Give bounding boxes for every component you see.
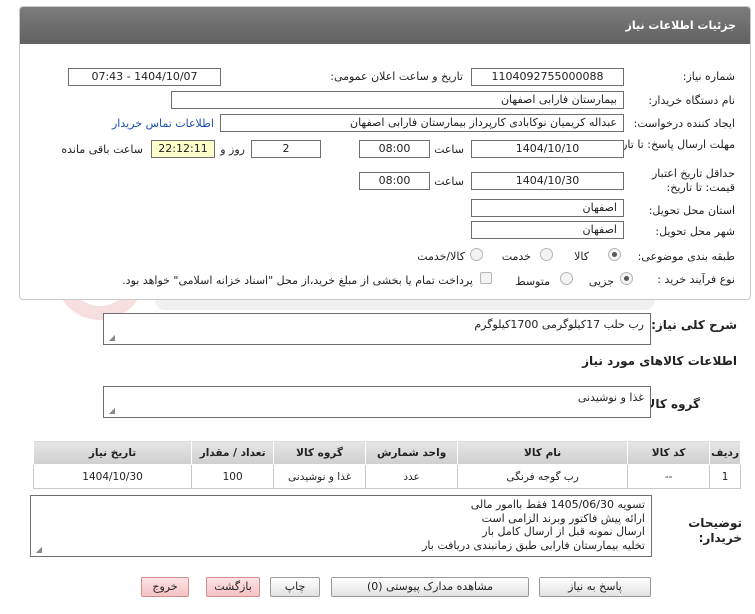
payment-note: پرداخت تمام یا بخشی از مبلغ خرید،از محل … xyxy=(122,274,473,287)
remaining-label: ساعت باقی مانده xyxy=(61,143,143,156)
treasury-checkbox[interactable] xyxy=(480,272,492,284)
category-radio-goods-service[interactable] xyxy=(470,248,483,261)
col-header-unit: واحد شمارش xyxy=(365,440,459,465)
resize-handle-icon[interactable]: ◢ xyxy=(107,407,115,415)
process-label: نوع فرآیند خرید : xyxy=(657,273,735,286)
col-header-item-name: نام کالا xyxy=(457,440,629,465)
reply-button[interactable]: پاسخ به نیاز xyxy=(539,577,651,597)
panel-header: جزئیات اطلاعات نیاز xyxy=(20,7,750,44)
validity-date-field: 1404/10/30 xyxy=(471,172,624,190)
resize-handle-icon[interactable]: ◢ xyxy=(34,546,42,554)
province-label: استان محل تحویل: xyxy=(648,204,735,217)
cell-item-name: رب گوجه فرنگی xyxy=(457,464,629,489)
need-number-field: 1104092755000088 xyxy=(471,68,624,86)
col-header-item-code: کد کالا xyxy=(627,440,711,465)
announce-label: تاریخ و ساعت اعلان عمومی: xyxy=(330,70,463,83)
goods-group-box: غذا و نوشیدنی ◢ xyxy=(103,386,651,418)
col-header-group: گروه کالا xyxy=(273,440,367,465)
notes-label-line2: خریدار: xyxy=(698,531,742,545)
buyer-org-field: بیمارستان فارابی اصفهان xyxy=(171,91,624,109)
city-label: شهر محل تحویل: xyxy=(655,225,735,238)
creator-field: عبداله کریمیان نوکابادی کارپرداز بیمارست… xyxy=(220,114,624,132)
category-option-goods-service: کالا/خدمت xyxy=(417,250,465,263)
col-header-quantity: تعداد / مقدار xyxy=(191,440,275,465)
note-line: تسویه 1405/06/30 فقط باامور مالی xyxy=(470,498,645,511)
process-option-medium: متوسط xyxy=(515,275,550,288)
notes-label-line1: توضیحات xyxy=(688,516,742,530)
summary-text: رب حلب 17کیلوگرمی 1700کیلوگرم xyxy=(474,318,644,331)
need-number-label: شماره نیاز: xyxy=(682,70,735,83)
process-radio-minor[interactable] xyxy=(620,272,633,285)
contact-buyer-link[interactable]: اطلاعات تماس خریدار xyxy=(112,117,214,130)
validity-label-line1: حداقل تاریخ اعتبار xyxy=(651,167,735,180)
reply-date-field: 1404/10/10 xyxy=(471,140,624,158)
cell-quantity: 100 xyxy=(191,464,275,489)
resize-handle-icon[interactable]: ◢ xyxy=(107,334,115,342)
goods-section-title: اطلاعات کالاهای مورد نیاز xyxy=(582,354,737,368)
reply-time-label: ساعت xyxy=(434,143,464,156)
table-header-row: ردیف کد کالا نام کالا واحد شمارش گروه کا… xyxy=(32,440,741,465)
note-line: ارائه پیش فاکتور وبرند الزامی است xyxy=(481,511,645,525)
notes-box: تسویه 1405/06/30 فقط باامور مالی ارائه پ… xyxy=(30,495,652,557)
process-radio-medium[interactable] xyxy=(560,272,573,285)
items-table: ردیف کد کالا نام کالا واحد شمارش گروه کا… xyxy=(32,440,741,489)
validity-time-field: 08:00 xyxy=(359,172,430,190)
col-header-row-number: ردیف xyxy=(709,440,741,465)
summary-label: شرح کلی نیاز: xyxy=(651,318,737,332)
cell-row-number: 1 xyxy=(709,464,741,489)
cell-item-code: -- xyxy=(627,464,711,489)
cell-need-date: 1404/10/30 xyxy=(32,464,193,489)
days-field: 2 xyxy=(251,140,321,158)
print-button[interactable]: چاپ xyxy=(270,577,320,597)
cell-group: غذا و نوشیدنی xyxy=(273,464,367,489)
announce-field: 1404/10/07 - 07:43 xyxy=(68,68,221,86)
exit-button[interactable]: خروج xyxy=(141,577,189,597)
category-radio-service[interactable] xyxy=(540,248,553,261)
view-attachments-button[interactable]: مشاهده مدارک پیوستی (0) xyxy=(331,577,529,597)
creator-label: ایجاد کننده درخواست: xyxy=(633,117,735,130)
days-label: روز و xyxy=(220,143,245,156)
summary-box: رب حلب 17کیلوگرمی 1700کیلوگرم ◢ xyxy=(103,313,651,345)
province-field: اصفهان xyxy=(471,199,624,217)
category-label: طبقه بندی موضوعی: xyxy=(637,250,735,263)
buyer-org-label: نام دستگاه خریدار: xyxy=(648,94,735,107)
note-line: ارسال نمونه قبل از ارسال کامل بار xyxy=(482,525,645,538)
col-header-need-date: تاریخ نیاز xyxy=(32,440,193,465)
note-line: تخلیه بیمارستان فارابی طبق زمانبندی دریا… xyxy=(422,538,645,552)
category-option-service: خدمت xyxy=(501,250,531,263)
back-button[interactable]: بازگشت xyxy=(206,577,260,597)
validity-label-line2: قیمت: تا تاریخ: xyxy=(666,181,735,194)
city-field: اصفهان xyxy=(471,221,624,239)
category-option-goods: کالا xyxy=(574,250,589,263)
goods-group-text: غذا و نوشیدنی xyxy=(577,391,644,404)
category-radio-goods[interactable] xyxy=(608,248,621,261)
panel-title: جزئیات اطلاعات نیاز xyxy=(625,19,737,32)
reply-deadline-label: مهلت ارسال پاسخ: تا تاریخ: xyxy=(608,138,735,151)
process-option-minor: جزیی xyxy=(588,275,614,288)
table-row[interactable]: 1 -- رب گوجه فرنگی عدد غذا و نوشیدنی 100… xyxy=(32,464,741,489)
reply-time-field: 08:00 xyxy=(359,140,430,158)
cell-unit: عدد xyxy=(365,464,459,489)
validity-time-label: ساعت xyxy=(434,175,464,188)
remaining-time-field: 22:12:11 xyxy=(151,140,215,158)
